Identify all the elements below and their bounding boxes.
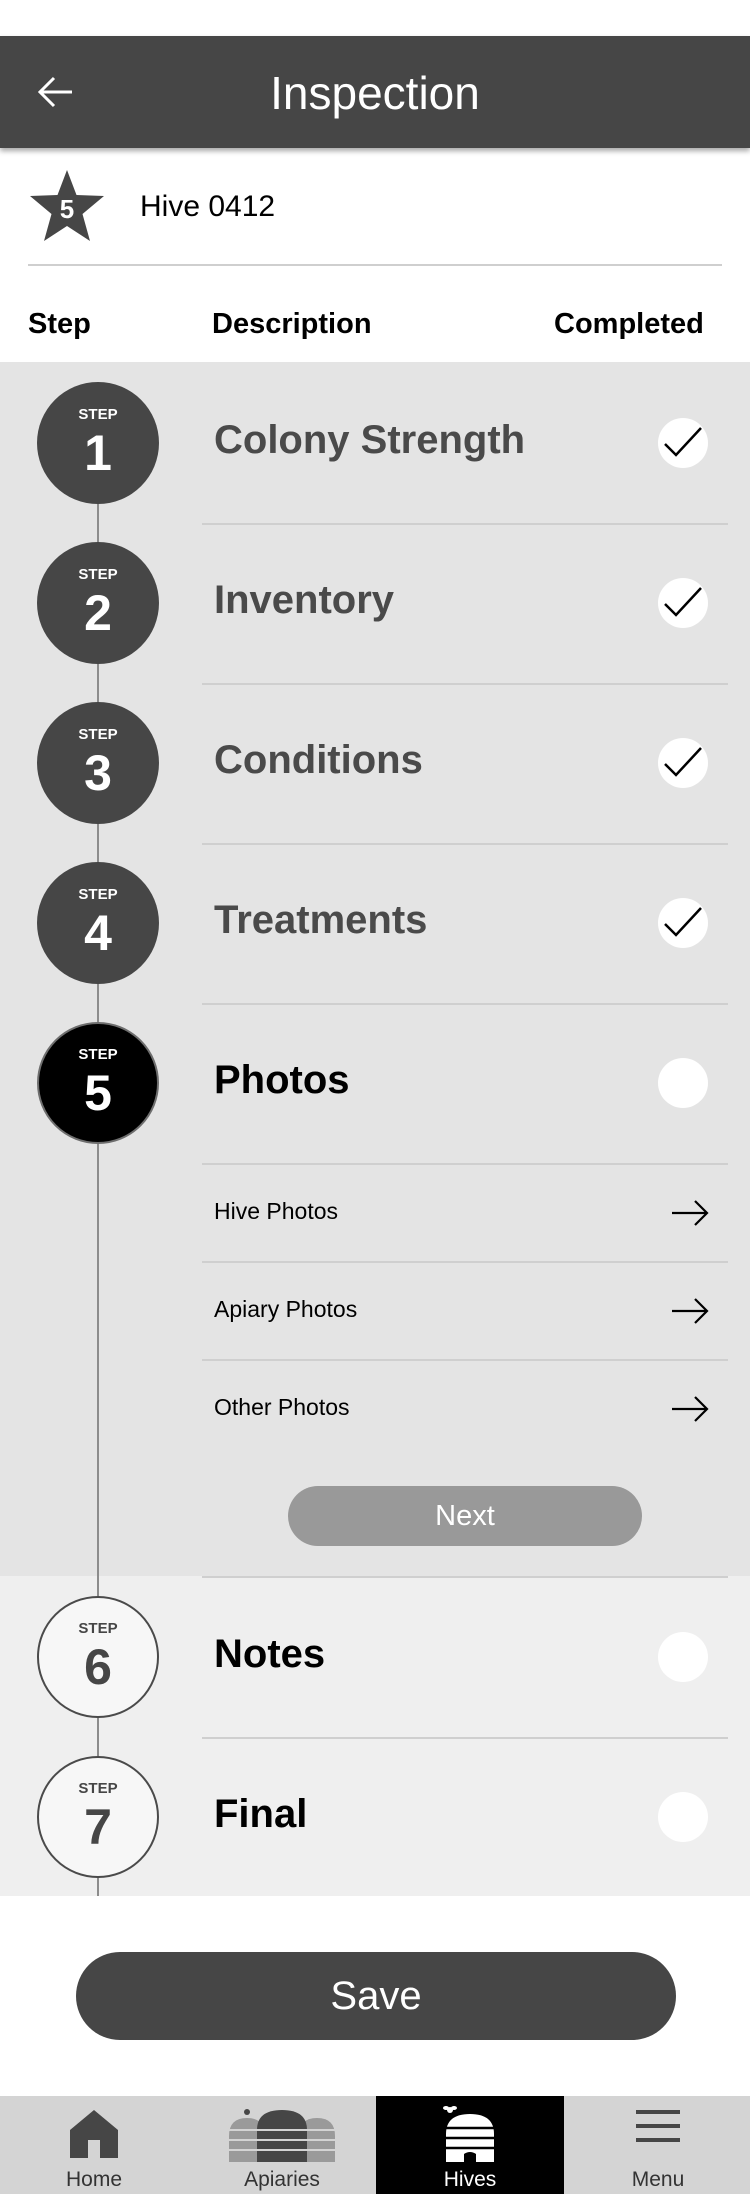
checkmark-icon	[664, 907, 702, 937]
step-5-badge[interactable]: STEP 5	[37, 1022, 159, 1144]
divider	[202, 1163, 728, 1165]
tab-menu[interactable]: Menu	[564, 2096, 750, 2194]
step-3-badge[interactable]: STEP 3	[37, 702, 159, 824]
divider	[202, 1359, 728, 1361]
step-number: 7	[84, 1799, 112, 1855]
divider	[202, 1576, 728, 1578]
tab-label: Hives	[443, 2168, 497, 2191]
step-label: STEP	[78, 566, 118, 583]
step-3-completed-check	[658, 738, 708, 788]
star-badge-icon: 5	[30, 170, 104, 241]
step-number: 3	[84, 745, 112, 801]
step-7-title[interactable]: Final	[214, 1792, 307, 1837]
step-number: 4	[84, 905, 112, 961]
divider	[202, 523, 728, 525]
hive-summary: 5 Hive 0412	[28, 160, 722, 266]
star-badge-number: 5	[60, 194, 74, 224]
tab-label: Apiaries	[244, 2168, 320, 2191]
checkmark-icon	[664, 587, 702, 617]
step-4-title[interactable]: Treatments	[214, 898, 427, 943]
step-3-title[interactable]: Conditions	[214, 738, 423, 783]
tab-home[interactable]: Home	[0, 2096, 188, 2194]
step-5-title[interactable]: Photos	[214, 1058, 350, 1103]
divider	[202, 843, 728, 845]
step-number: 5	[84, 1065, 112, 1121]
step-6-title[interactable]: Notes	[214, 1632, 325, 1677]
tab-label: Home	[65, 2168, 123, 2191]
step-label: STEP	[78, 1620, 118, 1637]
step-label: STEP	[78, 886, 118, 903]
divider	[202, 1003, 728, 1005]
step-2-badge[interactable]: STEP 2	[37, 542, 159, 664]
step-7-badge[interactable]: STEP 7	[37, 1756, 159, 1878]
checkmark-icon	[664, 427, 702, 457]
beehives-icon	[229, 2109, 335, 2162]
step-2-completed-check	[658, 578, 708, 628]
sub-item-hive-photos[interactable]: Hive Photos	[214, 1198, 338, 1225]
tab-label: Menu	[631, 2168, 685, 2191]
column-header-description: Description	[212, 308, 372, 340]
hive-name: Hive 0412	[140, 190, 276, 223]
step-4-completed-check	[658, 898, 708, 948]
divider	[202, 1261, 728, 1263]
column-header-step: Step	[28, 308, 91, 340]
step-label: STEP	[78, 406, 118, 423]
step-6-badge[interactable]: STEP 6	[37, 1596, 159, 1718]
arrow-right-icon[interactable]	[670, 1198, 710, 1228]
hamburger-menu-icon	[636, 2110, 680, 2142]
divider	[202, 1737, 728, 1739]
step-4-badge[interactable]: STEP 4	[37, 862, 159, 984]
page-title: Inspection	[270, 67, 480, 119]
checkmark-icon	[664, 747, 702, 777]
bottom-tab-bar: Home Apiaries Hives Menu	[0, 2096, 750, 2194]
beehive-icon	[443, 2106, 496, 2162]
next-button[interactable]: Next	[288, 1486, 642, 1546]
step-1-badge[interactable]: STEP 1	[37, 382, 159, 504]
step-2-title[interactable]: Inventory	[214, 578, 394, 623]
step-5-incomplete-indicator	[658, 1058, 708, 1108]
divider	[202, 683, 728, 685]
tab-hives[interactable]: Hives	[376, 2096, 564, 2194]
arrow-right-icon[interactable]	[670, 1394, 710, 1424]
arrow-right-icon[interactable]	[670, 1296, 710, 1326]
sub-item-apiary-photos[interactable]: Apiary Photos	[214, 1296, 357, 1323]
step-label: STEP	[78, 1046, 118, 1063]
step-1-title[interactable]: Colony Strength	[214, 418, 525, 463]
save-button[interactable]: Save	[76, 1952, 676, 2040]
sub-item-other-photos[interactable]: Other Photos	[214, 1394, 350, 1421]
home-icon	[70, 2110, 118, 2158]
step-6-incomplete-indicator	[658, 1632, 708, 1682]
step-label: STEP	[78, 726, 118, 743]
tab-apiaries[interactable]: Apiaries	[188, 2096, 376, 2194]
step-label: STEP	[78, 1780, 118, 1797]
step-number: 1	[84, 425, 112, 481]
step-number: 2	[84, 585, 112, 641]
column-header-completed: Completed	[554, 308, 704, 340]
step-1-completed-check	[658, 418, 708, 468]
step-7-incomplete-indicator	[658, 1792, 708, 1842]
step-number: 6	[84, 1639, 112, 1695]
app-bar: Inspection	[0, 36, 750, 148]
